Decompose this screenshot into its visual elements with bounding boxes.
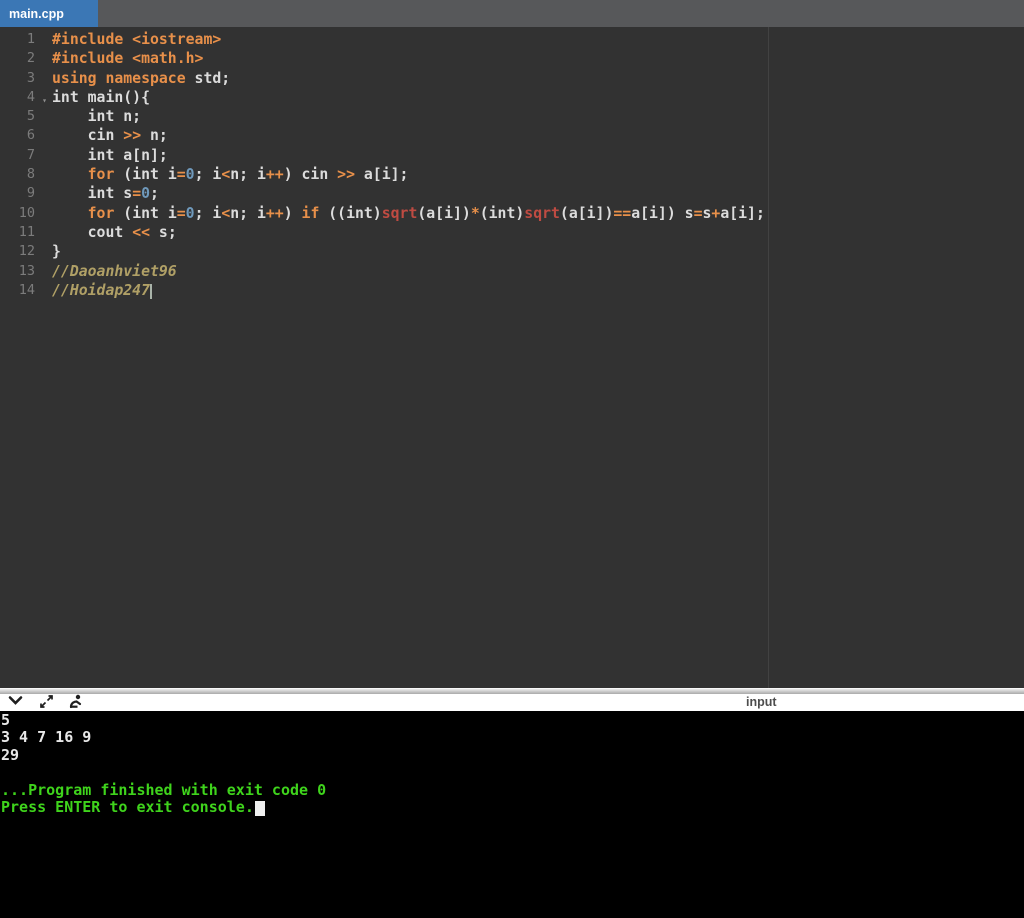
line-number: 7 [26,146,35,163]
code-line[interactable]: 12} [0,242,1024,261]
line-number: 2 [26,50,35,67]
user-typing-icon[interactable] [67,694,83,709]
code-text: #include <iostream> [52,31,222,48]
console-input-label: input [746,695,777,709]
line-number: 4 ▾ [0,88,48,107]
console-stdout-line: 5 [1,711,11,729]
chevron-down-icon[interactable] [8,695,23,706]
code-line[interactable]: 2 #include <math.h> [0,49,1024,68]
code-line[interactable]: 1 #include <iostream> [0,30,1024,49]
code-line[interactable]: 13 //Daoanhviet96 [0,262,1024,281]
line-number: 10 [18,204,35,221]
line-number: 5 [26,108,35,125]
code-line[interactable]: 9 int s=0; [0,184,1024,203]
console-block-cursor [254,801,265,817]
line-number: 6 [26,127,35,144]
code-text: for (int i=0; i<n; i++) if ((int)sqrt(a[… [87,204,765,222]
line-number: 1 [26,31,35,47]
code-line[interactable]: 7 int a[n]; [0,146,1024,165]
console-stdout-line: 29 [1,745,20,764]
line-number: 8 [26,166,35,183]
line-number: 13 [18,262,35,279]
tab-label: main.cpp [9,6,64,21]
code-text: int n; [52,108,142,126]
code-text: int main(){ [52,88,150,106]
console-status-line: ...Program finished with exit code 0 [1,780,327,799]
console-toolbar: input [0,694,1024,711]
code-line[interactable]: 8 for (int i=0; i<n; i++) cin >> a[i]; [0,165,1024,184]
line-number: 3 [26,69,35,86]
console-output[interactable]: 53 4 7 16 9 29 ...Program finished with ex… [0,711,1024,918]
console-stdout-line: 3 4 7 16 9 [1,728,92,747]
code-text: } [52,243,61,261]
line-number: 14 [18,281,35,298]
code-line[interactable]: 3 using namespace std; [0,69,1024,88]
editor-text-cursor [150,283,152,299]
line-number: 12 [18,243,35,260]
code-text: int s=0; [52,185,159,203]
code-text: cout << s; [52,223,177,241]
code-line[interactable]: 14 //Hoidap247 [0,281,1024,300]
console-status-line: Press ENTER to exit console. [1,798,1024,817]
code-text: //Hoidap247 [52,281,152,299]
tab-bar: main.cpp [0,0,1024,27]
code-text: cin >> n; [52,127,168,145]
code-text: using namespace std; [52,69,231,87]
code-line[interactable]: 6 cin >> n; [0,126,1024,145]
tab-main-cpp[interactable]: main.cpp [0,0,98,27]
expand-icon[interactable] [39,694,54,709]
code-text: #include <math.h> [52,50,204,68]
code-line[interactable]: 5 int n; [0,107,1024,126]
code-line[interactable]: 11 cout << s; [0,223,1024,242]
code-line[interactable]: 10 for (int i=0; i<n; i++) if ((int)sqrt… [0,204,1024,223]
code-line[interactable]: 4 ▾ int main(){ [0,88,1024,107]
console-stdout-line [1,764,1024,781]
code-text: //Daoanhviet96 [52,262,177,280]
code-text: int a[n]; [52,146,168,164]
line-number: 9 [26,185,35,202]
line-number: 11 [18,223,35,240]
code-text: for (int i=0; i<n; i++) cin >> a[i]; [87,166,409,184]
code-editor[interactable]: 1 #include <iostream> 2 #include <math.h> 3 u… [0,27,1024,688]
code-lines: 1 #include <iostream> 2 #include <math.h> 3 u… [0,27,1024,300]
